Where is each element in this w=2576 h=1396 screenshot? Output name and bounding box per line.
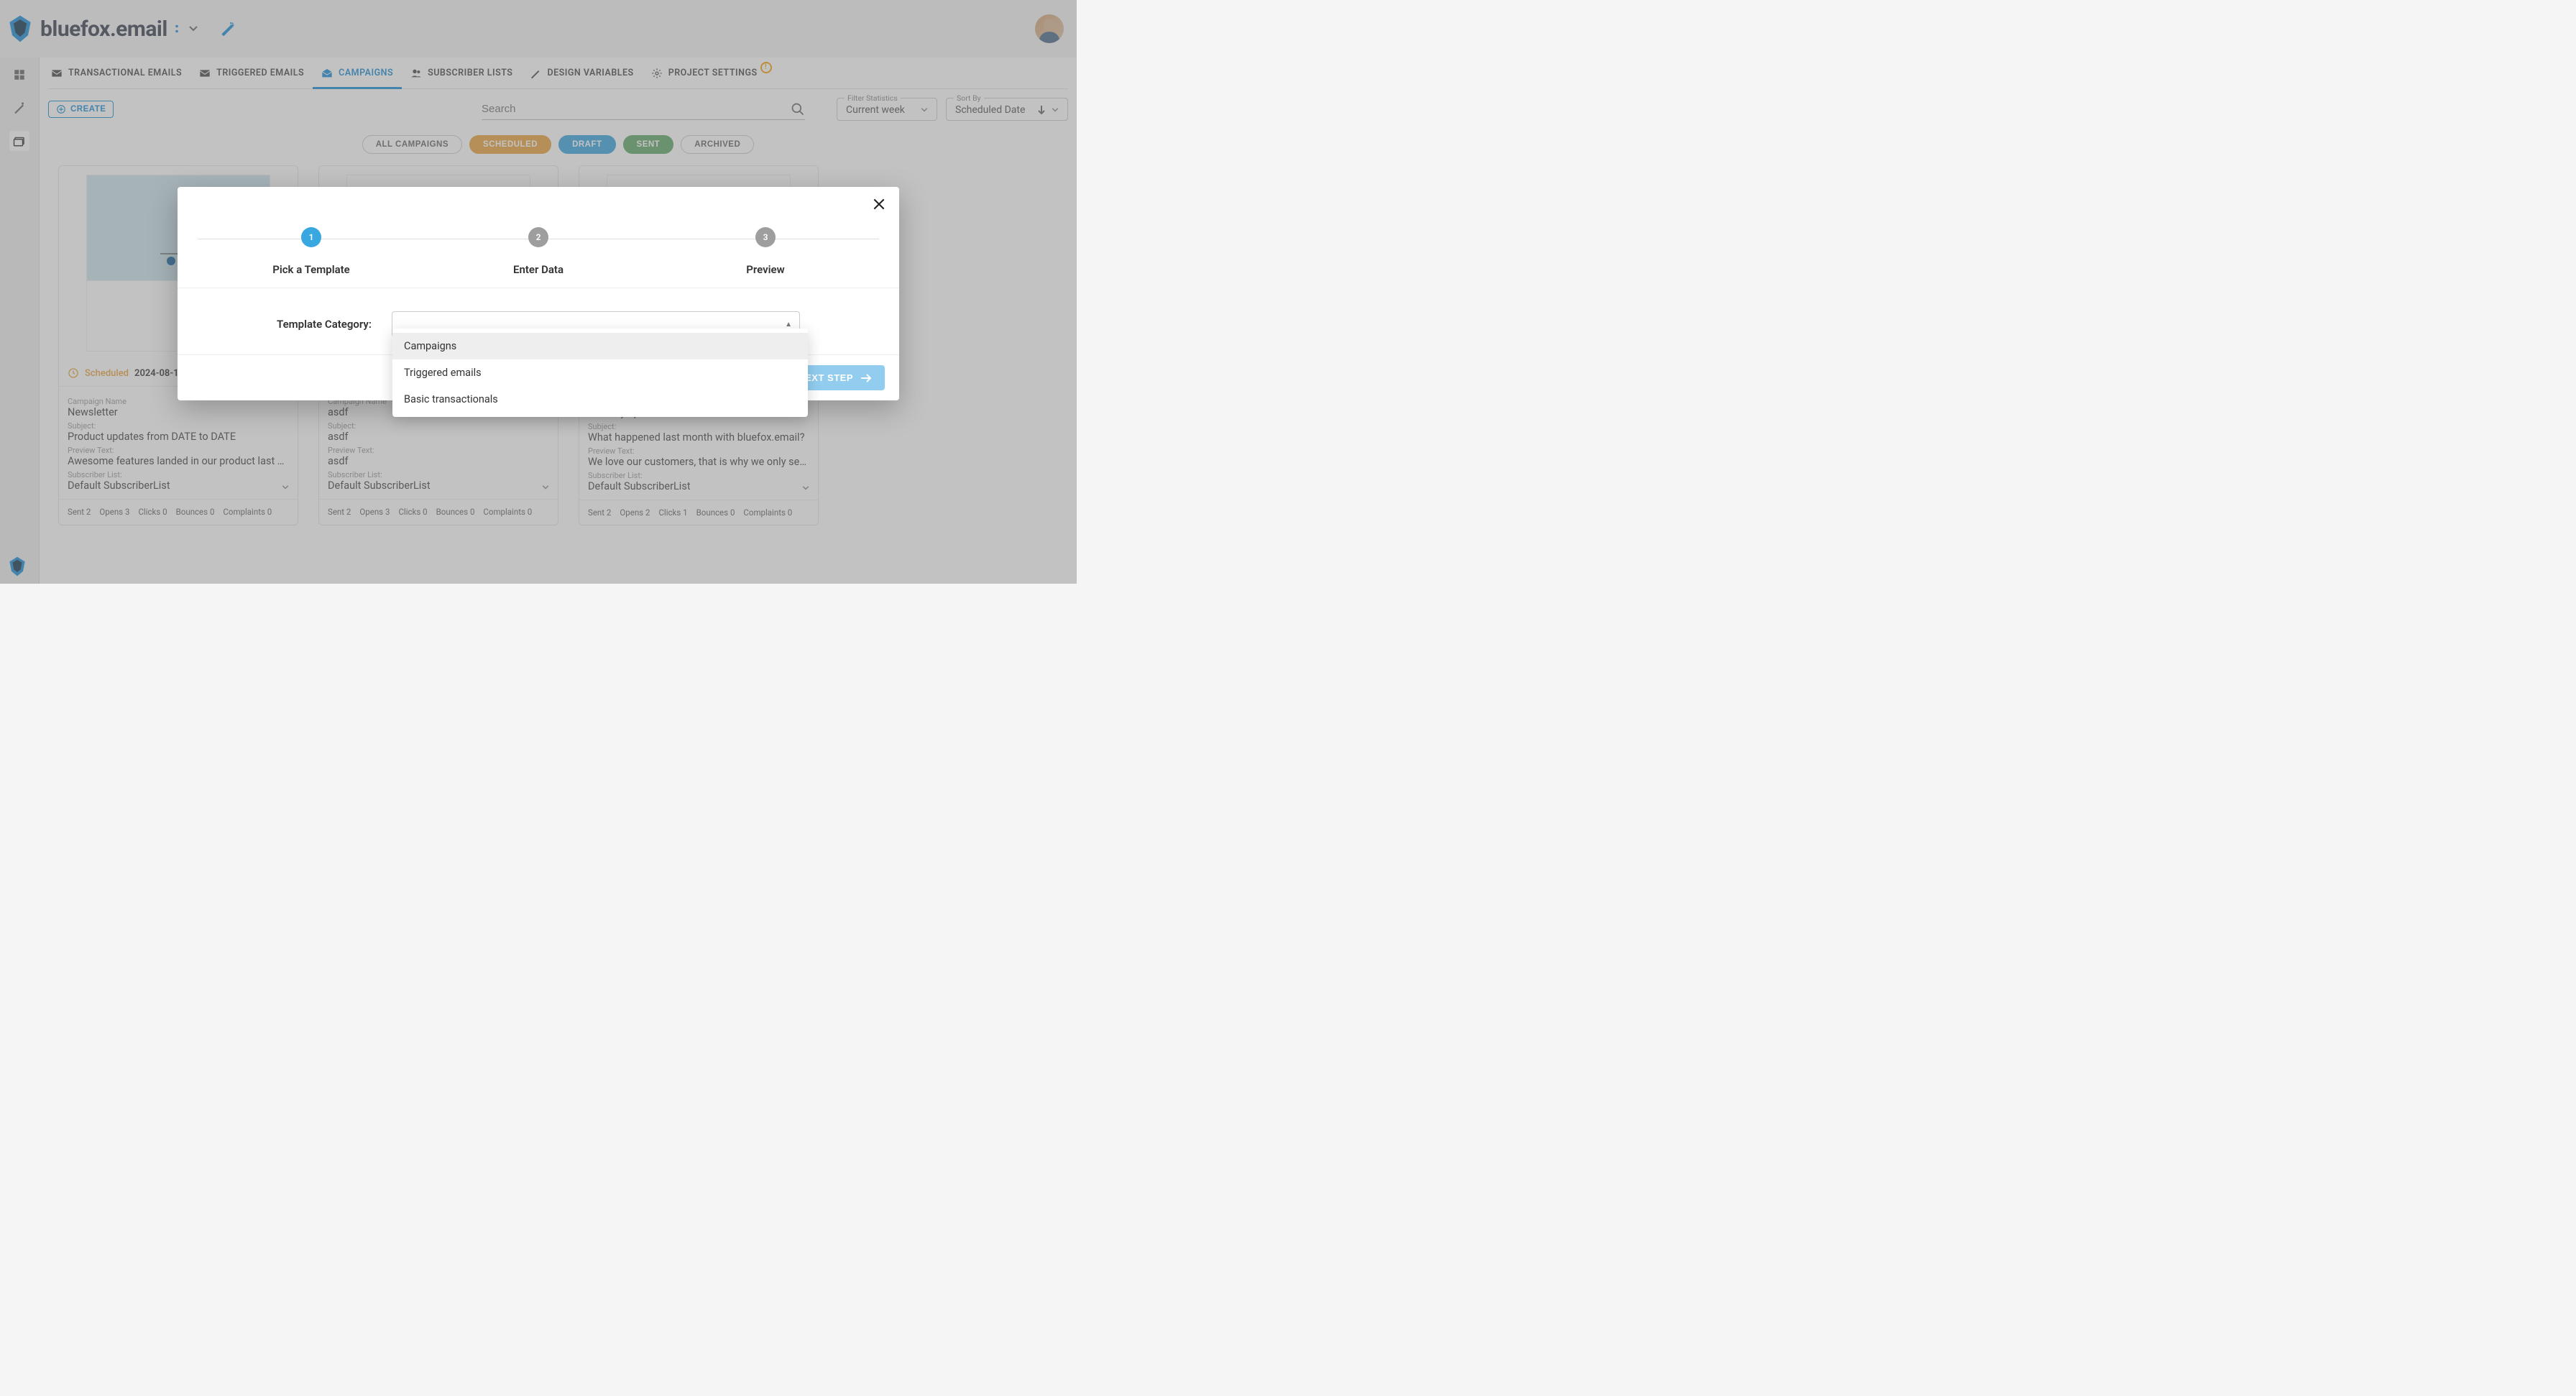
step-2[interactable]: 2 Enter Data xyxy=(425,227,652,276)
dropdown-option-transactionals[interactable]: Basic transactionals xyxy=(392,386,808,413)
step-1[interactable]: 1 Pick a Template xyxy=(198,227,425,276)
template-category-label: Template Category: xyxy=(277,318,372,331)
stepper: 1 Pick a Template 2 Enter Data 3 Preview xyxy=(178,187,899,276)
chevron-up-icon: ▲ xyxy=(785,321,792,329)
template-category-dropdown: Campaigns Triggered emails Basic transac… xyxy=(392,329,808,417)
modal-overlay[interactable]: 1 Pick a Template 2 Enter Data 3 Preview… xyxy=(0,0,1077,584)
arrow-right-icon xyxy=(860,374,872,382)
dropdown-option-triggered[interactable]: Triggered emails xyxy=(392,359,808,386)
step-3[interactable]: 3 Preview xyxy=(652,227,879,276)
dropdown-option-campaigns[interactable]: Campaigns xyxy=(392,333,808,359)
